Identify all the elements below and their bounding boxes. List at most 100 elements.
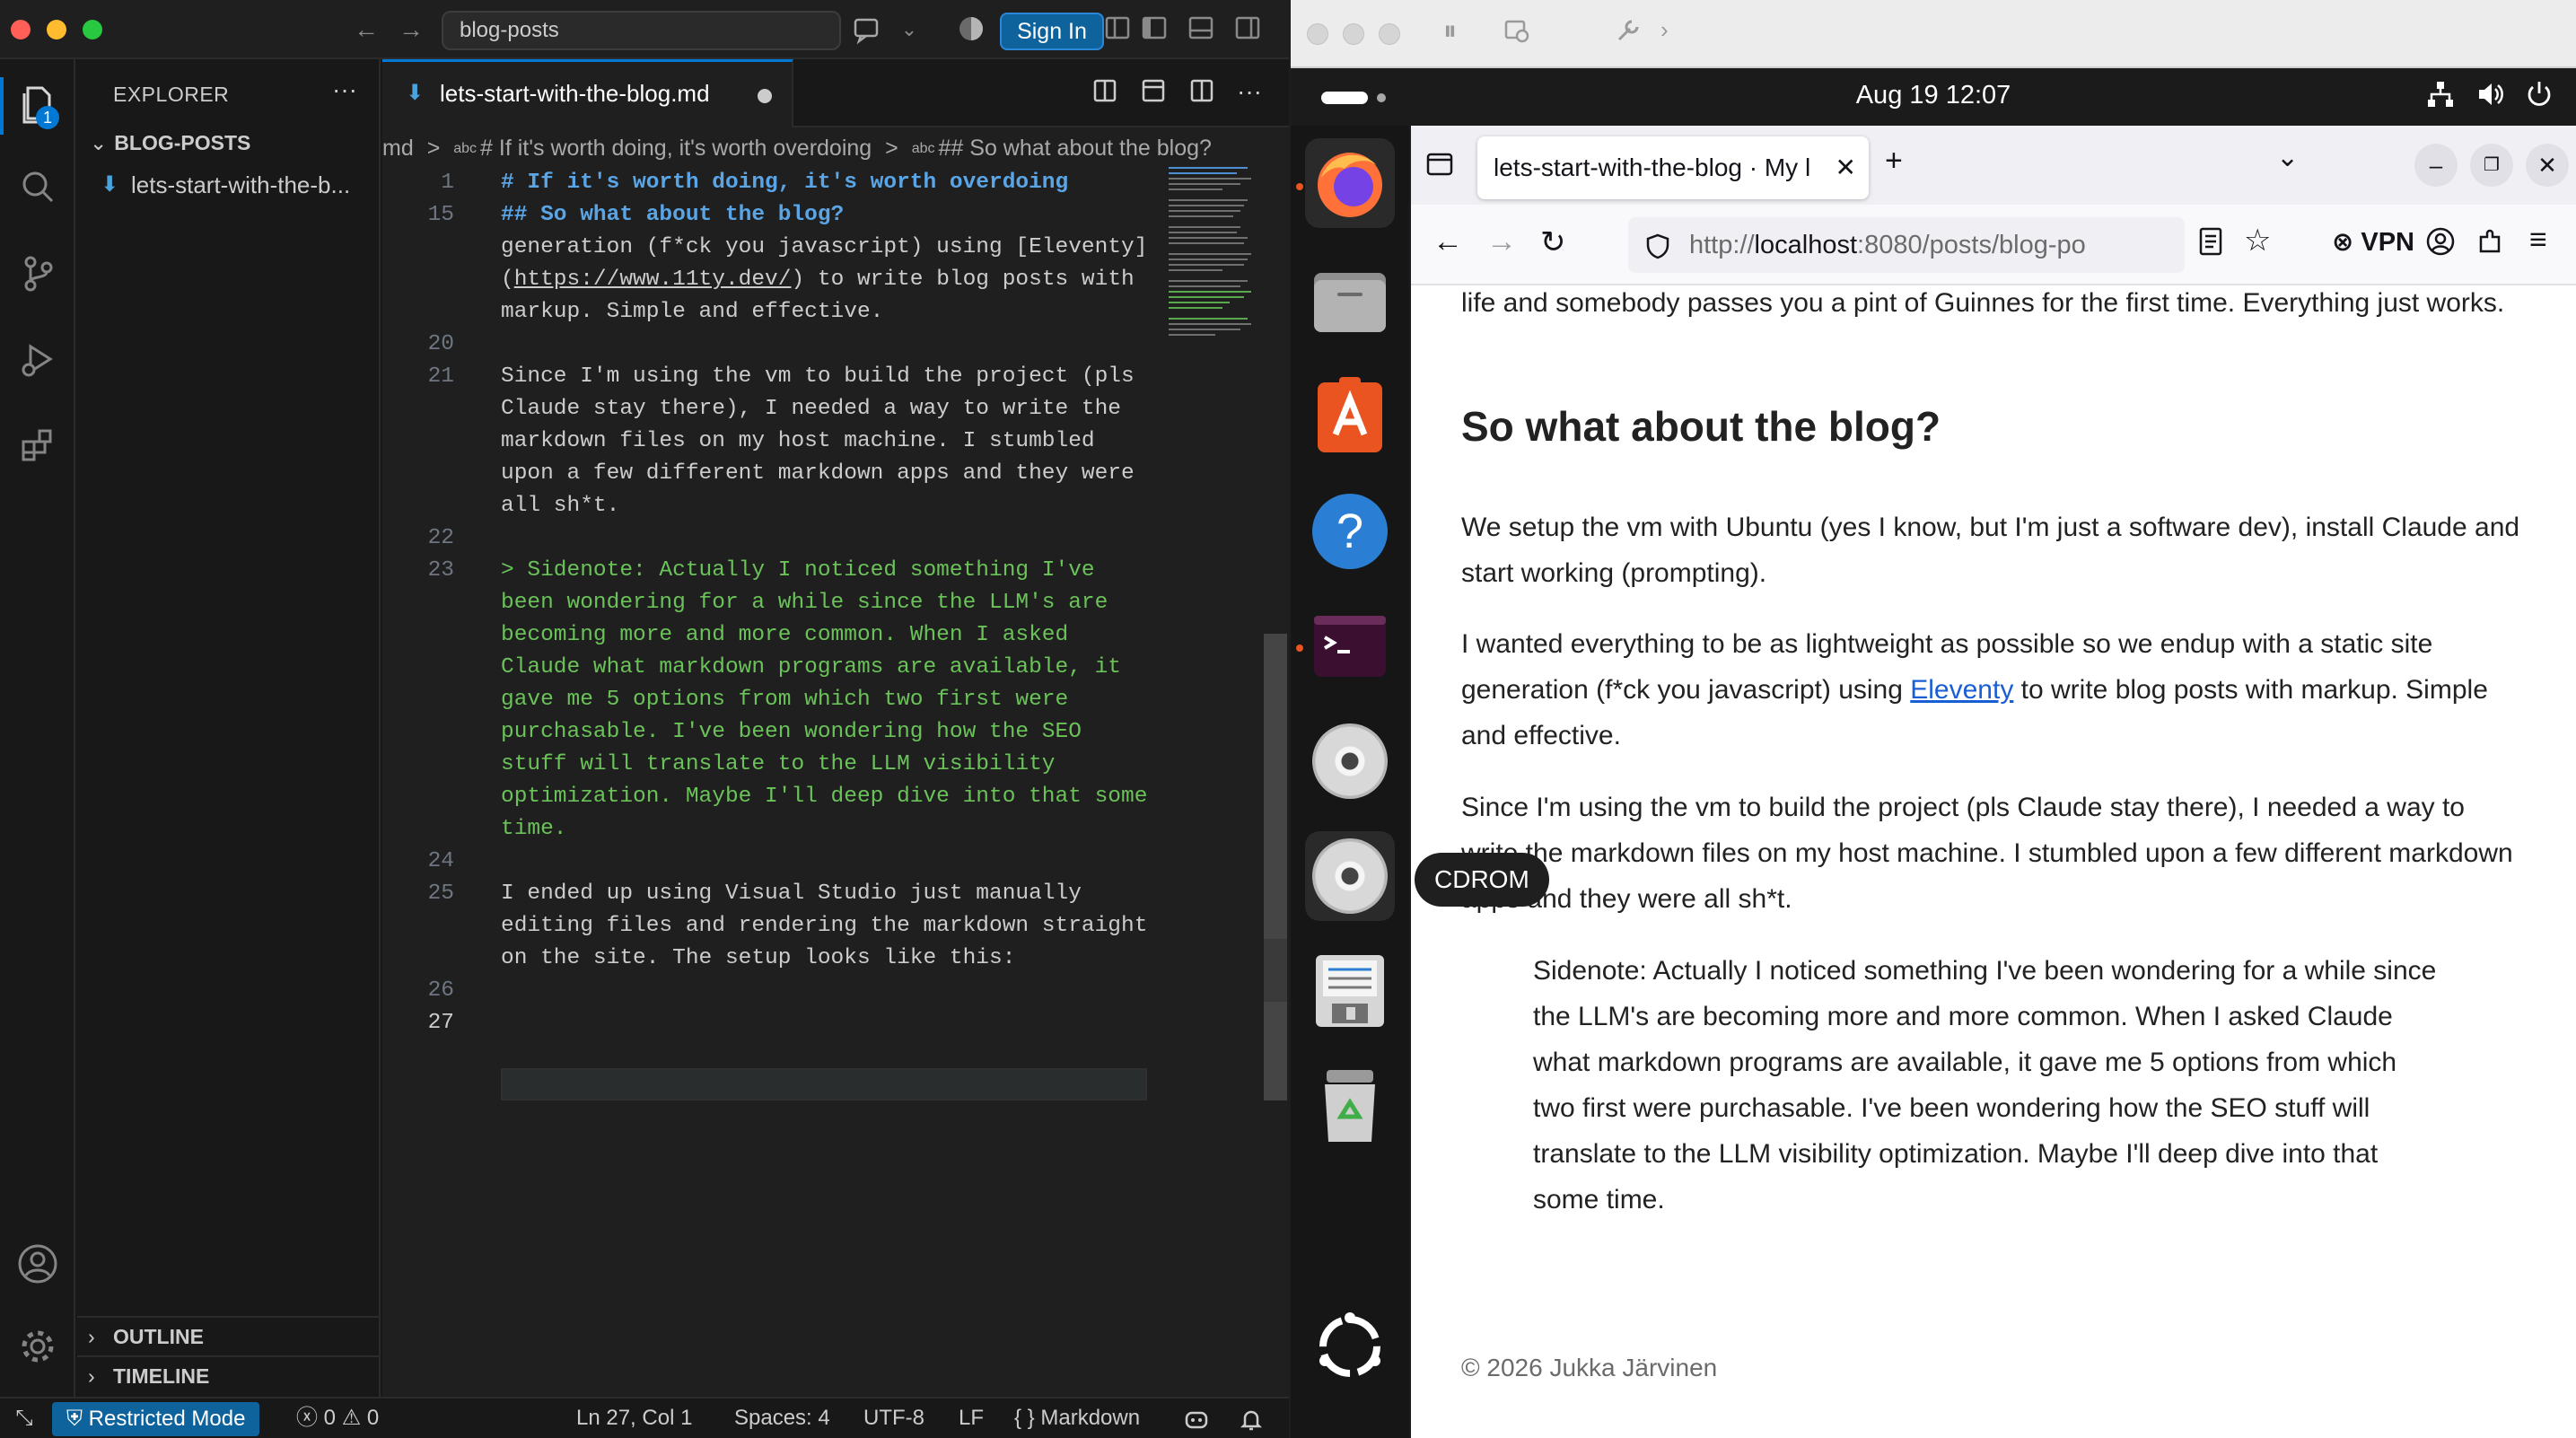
language-mode[interactable]: { } Markdown xyxy=(1014,1399,1140,1438)
list-all-tabs-icon[interactable]: ⌄ xyxy=(2276,142,2299,173)
vm-zoom-button[interactable] xyxy=(1379,23,1400,45)
scrollbar-slider[interactable] xyxy=(1264,939,1287,1002)
sign-in-button[interactable]: Sign In xyxy=(1000,13,1104,50)
accounts-icon[interactable] xyxy=(955,14,987,45)
code-line[interactable]: generation (f*ck you javascript) using [… xyxy=(382,232,1163,264)
forward-arrow-icon[interactable]: → xyxy=(1486,224,1517,259)
code-line[interactable]: (https://www.11ty.dev/) to write blog po… xyxy=(382,264,1163,296)
code-line[interactable]: 20 xyxy=(382,329,1163,361)
file-tree-item[interactable]: ⬇ lets-start-with-the-b... xyxy=(77,165,379,205)
menu-icon[interactable]: ≡ xyxy=(2529,223,2547,258)
floppy-dock-icon[interactable] xyxy=(1305,946,1395,1036)
timeline-section[interactable]: › TIMELINE xyxy=(77,1355,379,1395)
minimap[interactable] xyxy=(1163,167,1262,436)
files-dock-icon[interactable] xyxy=(1305,257,1395,346)
outline-section[interactable]: › OUTLINE xyxy=(77,1316,379,1355)
shield-icon[interactable] xyxy=(1644,217,1671,273)
more-actions-icon[interactable]: ··· xyxy=(332,75,357,104)
code-line[interactable]: 23 > Sidenote: Actually I noticed somethi… xyxy=(382,555,1163,587)
trash-dock-icon[interactable] xyxy=(1305,1061,1395,1151)
cdrom-dock-icon[interactable] xyxy=(1305,716,1395,806)
customize-layout-icon[interactable] xyxy=(1102,14,1133,45)
open-changes-icon[interactable] xyxy=(1091,77,1118,110)
code-line[interactable]: 25 I ended up using Visual Studio just ma… xyxy=(382,878,1163,910)
code-line[interactable]: markup. Simple and effective. xyxy=(382,296,1163,329)
copilot-chat-icon[interactable] xyxy=(849,14,885,45)
notifications-bell-icon[interactable] xyxy=(1239,1399,1264,1438)
breadcrumb-item[interactable]: abc # If it's worth doing, it's worth ove… xyxy=(453,127,872,169)
terminal-dock-icon[interactable] xyxy=(1305,601,1395,691)
code-line[interactable]: 21 Since I'm using the vm to build the pr… xyxy=(382,361,1163,393)
new-tab-icon[interactable]: + xyxy=(1885,144,1903,179)
problems-indicator[interactable]: ⓧ 0 ⚠ 0 xyxy=(296,1399,379,1438)
toggle-secondary-sidebar-icon[interactable] xyxy=(1231,14,1264,45)
code-line[interactable]: Claude stay there), I needed a way to wr… xyxy=(382,393,1163,425)
code-line[interactable]: been wondering for a while since the LLM… xyxy=(382,587,1163,619)
more-actions-icon[interactable]: ··· xyxy=(1237,77,1262,106)
code-line[interactable]: editing files and rendering the markdown… xyxy=(382,910,1163,943)
toggle-primary-sidebar-icon[interactable] xyxy=(1138,14,1170,45)
vm-close-button[interactable] xyxy=(1307,23,1328,45)
app-center-dock-icon[interactable] xyxy=(1305,372,1395,461)
chevron-right-icon[interactable]: › xyxy=(1660,16,1669,44)
code-line[interactable]: stuff will translate to the LLM visibili… xyxy=(382,749,1163,781)
browser-tab[interactable]: lets-start-with-the-blog · My l ✕ xyxy=(1477,136,1869,199)
code-line[interactable]: optimization. Maybe I'll deep dive into … xyxy=(382,781,1163,813)
code-editor[interactable]: 1 # If it's worth doing, it's worth overd… xyxy=(382,167,1163,1370)
snapshot-icon[interactable] xyxy=(1503,16,1531,52)
unsaved-dot-icon[interactable] xyxy=(758,89,772,103)
code-line[interactable]: Claude what markdown programs are availa… xyxy=(382,652,1163,684)
code-line[interactable]: upon a few different markdown apps and t… xyxy=(382,458,1163,490)
code-line[interactable]: 15 ## So what about the blog? xyxy=(382,199,1163,232)
chevron-down-icon[interactable]: ⌄ xyxy=(894,14,924,45)
close-tab-icon[interactable]: ✕ xyxy=(1836,136,1856,199)
command-center-search[interactable]: blog-posts xyxy=(442,11,841,50)
vm-minimize-button[interactable] xyxy=(1343,23,1364,45)
toggle-panel-icon[interactable] xyxy=(1185,14,1217,45)
split-editor-icon[interactable] xyxy=(1188,77,1215,110)
volume-icon[interactable] xyxy=(2475,79,2506,117)
run-and-debug-icon[interactable] xyxy=(14,339,61,386)
breadcrumb-item[interactable]: md xyxy=(382,127,414,169)
code-line[interactable]: gave me 5 options from which two first w… xyxy=(382,684,1163,716)
tab-lets-start-with-the-blog[interactable]: ⬇ lets-start-with-the-blog.md xyxy=(382,59,793,127)
maximize-window-button[interactable] xyxy=(83,20,102,39)
code-line[interactable]: 26 xyxy=(382,975,1163,1007)
bookmark-star-icon[interactable]: ☆ xyxy=(2244,223,2271,259)
code-line[interactable]: 22 xyxy=(382,522,1163,555)
editor-scrollbar[interactable] xyxy=(1264,634,1287,1100)
workspace-folder[interactable]: ⌄ BLOG-POSTS xyxy=(90,131,250,155)
cdrom-dock-icon[interactable] xyxy=(1305,831,1395,921)
firefox-dock-icon[interactable] xyxy=(1305,138,1395,228)
help-dock-icon[interactable]: ? xyxy=(1305,487,1395,576)
close-icon[interactable]: ✕ xyxy=(2526,144,2569,187)
url-bar[interactable]: http://localhost:8080/posts/blog-po xyxy=(1628,217,2185,273)
code-line[interactable]: markdown files on my host machine. I stu… xyxy=(382,425,1163,458)
indentation[interactable]: Spaces: 4 xyxy=(734,1399,830,1438)
firefox-view-icon[interactable] xyxy=(1424,147,1456,188)
back-arrow-icon[interactable]: ← xyxy=(350,14,382,45)
wrench-icon[interactable] xyxy=(1614,16,1643,52)
code-line[interactable]: purchasable. I've been wondering how the… xyxy=(382,716,1163,749)
gear-icon[interactable] xyxy=(14,1327,61,1373)
remote-indicator-icon[interactable]: ⤡ xyxy=(0,1399,48,1438)
copilot-icon[interactable] xyxy=(1183,1399,1210,1438)
vpn-button[interactable]: ⊗ VPN xyxy=(2332,226,2414,258)
back-arrow-icon[interactable]: ← xyxy=(1433,224,1463,259)
code-line[interactable]: 1 # If it's worth doing, it's worth overd… xyxy=(382,167,1163,199)
code-line[interactable]: 27 xyxy=(382,1007,1163,1039)
eleventy-link[interactable]: Eleventy xyxy=(1910,675,2013,705)
minimize-window-button[interactable] xyxy=(47,20,66,39)
forward-arrow-icon[interactable]: → xyxy=(395,14,427,45)
encoding[interactable]: UTF-8 xyxy=(863,1399,924,1438)
clock[interactable]: Aug 19 12:07 xyxy=(1291,81,2576,110)
close-window-button[interactable] xyxy=(11,20,31,39)
code-line[interactable]: time. xyxy=(382,813,1163,846)
cursor-position[interactable]: Ln 27, Col 1 xyxy=(576,1399,692,1438)
search-icon[interactable] xyxy=(14,167,61,214)
pause-icon[interactable]: ⏸ xyxy=(1443,16,1457,47)
restore-icon[interactable]: ❐ xyxy=(2470,144,2513,187)
source-control-icon[interactable] xyxy=(14,253,61,300)
reader-view-icon[interactable] xyxy=(2197,226,2224,265)
minimize-icon[interactable]: – xyxy=(2414,144,2458,187)
